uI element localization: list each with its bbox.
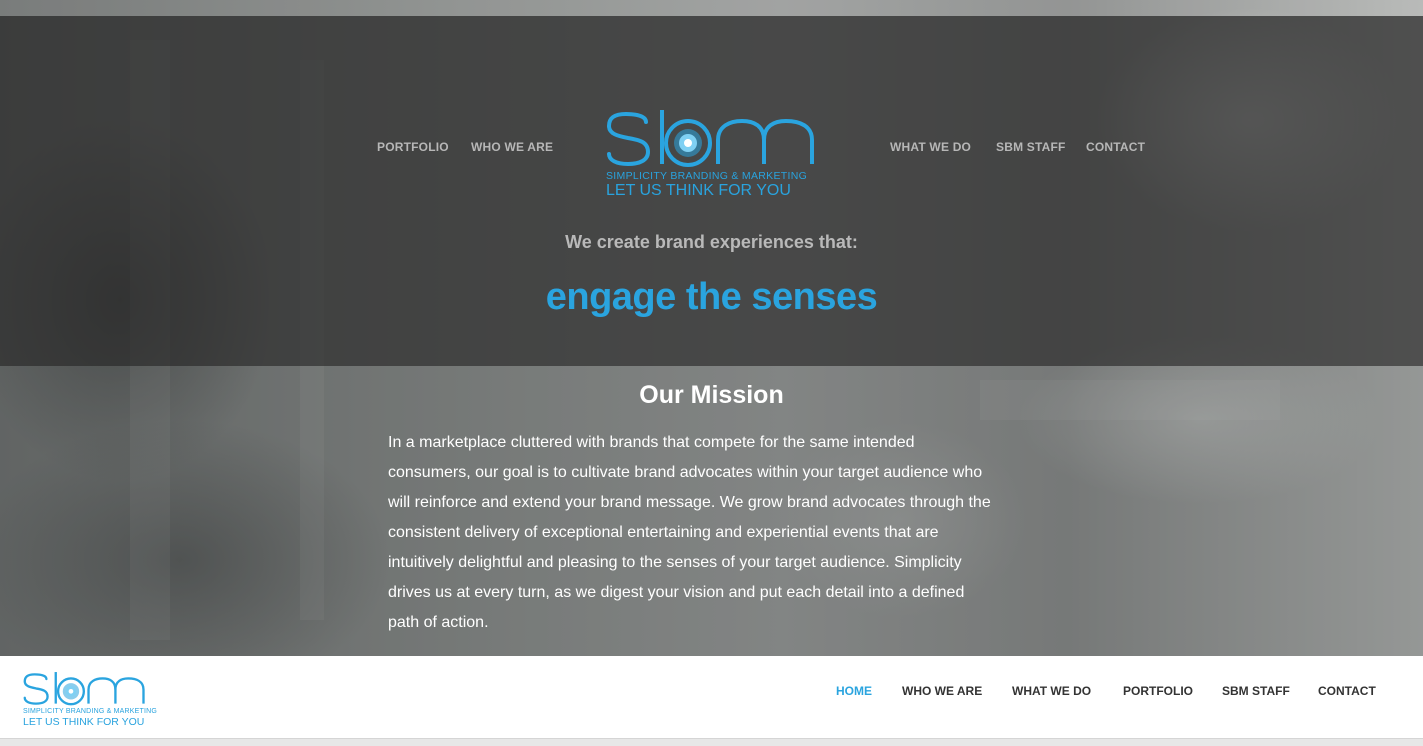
mission-line: consumers, our goal is to cultivate bran… xyxy=(388,464,983,481)
sbm-logo-mark-icon xyxy=(606,110,814,167)
footer-nav-bar: SIMPLICITY BRANDING & MARKETING LET US T… xyxy=(0,656,1423,738)
hero-nav-sbm-staff[interactable]: SBM STAFF xyxy=(996,140,1066,154)
hero-nav-what-we-do[interactable]: WHAT WE DO xyxy=(890,140,971,154)
mission-line: consistent delivery of exceptional enter… xyxy=(388,524,939,541)
hero-nav-who-we-are[interactable]: WHO WE ARE xyxy=(471,140,553,154)
mission-title: Our Mission xyxy=(639,381,784,409)
mission-line: path of action. xyxy=(388,614,489,631)
footer-nav-what-we-do[interactable]: WHAT WE DO xyxy=(1012,684,1091,698)
mission-line: will reinforce and extend your brand mes… xyxy=(388,494,991,511)
top-strip xyxy=(0,0,1423,16)
hero-nav-contact[interactable]: CONTACT xyxy=(1086,140,1145,154)
footer-nav-contact[interactable]: CONTACT xyxy=(1318,684,1376,698)
mission-line: intuitively delightful and pleasing to t… xyxy=(388,554,962,571)
sbm-logo-mark-icon xyxy=(23,672,145,706)
hero-logo[interactable]: SIMPLICITY BRANDING & MARKETING LET US T… xyxy=(606,108,818,202)
mission-line: In a marketplace cluttered with brands t… xyxy=(388,434,915,451)
hero-headline: engage the senses xyxy=(545,276,878,318)
logo-slogan: LET US THINK FOR YOU xyxy=(606,182,791,199)
footer-logo[interactable]: SIMPLICITY BRANDING & MARKETING LET US T… xyxy=(23,670,157,730)
footer-nav-portfolio[interactable]: PORTFOLIO xyxy=(1123,684,1193,698)
footer-nav-who-we-are[interactable]: WHO WE ARE xyxy=(902,684,982,698)
logo-subtitle: SIMPLICITY BRANDING & MARKETING xyxy=(606,170,808,182)
hero-intro-text: We create brand experiences that: xyxy=(565,232,858,252)
hero-nav-portfolio[interactable]: PORTFOLIO xyxy=(377,140,449,154)
logo-subtitle: SIMPLICITY BRANDING & MARKETING xyxy=(23,708,158,715)
mission-line: drives us at every turn, as we digest yo… xyxy=(388,584,965,601)
mission-text: In a marketplace cluttered with brands t… xyxy=(388,428,1038,638)
logo-slogan: LET US THINK FOR YOU xyxy=(23,716,145,728)
footer-nav-sbm-staff[interactable]: SBM STAFF xyxy=(1222,684,1290,698)
footer-nav-home[interactable]: HOME xyxy=(836,684,872,698)
